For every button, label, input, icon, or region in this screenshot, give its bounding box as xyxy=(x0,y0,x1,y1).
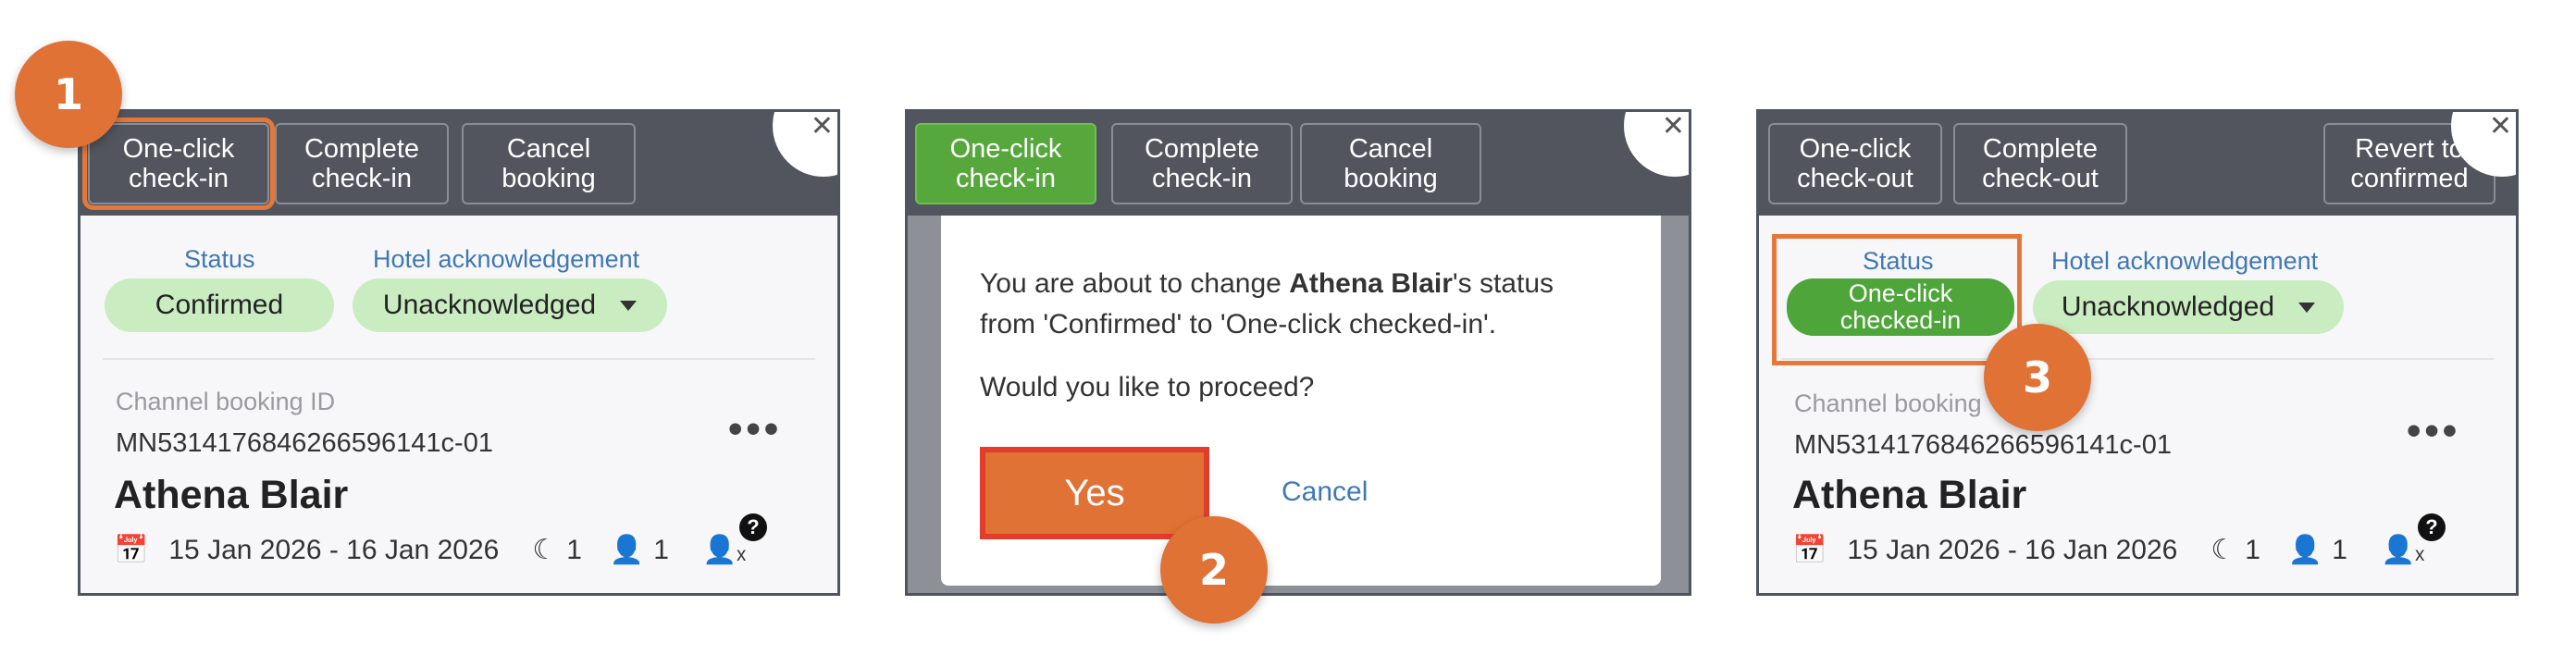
booking-dates: 15 Jan 2026 - 16 Jan 2026 xyxy=(1847,534,2178,565)
channel-booking-id-label: Channel booking xyxy=(1794,389,1982,417)
help-icon[interactable]: ? xyxy=(739,513,767,541)
yes-button[interactable]: Yes xyxy=(980,447,1209,539)
divider xyxy=(1781,358,2494,360)
guest-name: Athena Blair xyxy=(1792,473,2027,517)
person-icon: 👤 xyxy=(2287,535,2323,565)
more-icon[interactable]: ••• xyxy=(728,406,782,452)
status-label: Status xyxy=(184,245,255,273)
action-bar: One-click check-out Complete check-out R… xyxy=(1759,112,2516,216)
cancel-link[interactable]: Cancel xyxy=(1282,476,1368,508)
hotel-ack-dropdown[interactable]: Unacknowledged xyxy=(2033,280,2344,334)
one-click-check-in-button[interactable]: One-click check-in xyxy=(82,117,275,210)
booking-panel-step2: One-click check-in Complete check-in Can… xyxy=(905,109,1691,596)
moon-icon: ☾ xyxy=(2211,535,2236,565)
one-click-check-in-button[interactable]: One-click check-in xyxy=(915,123,1096,204)
confirm-dialog: You are about to change Athena Blair's s… xyxy=(941,216,1661,586)
complete-check-in-button[interactable]: Complete check-in xyxy=(275,123,449,204)
caret-down-icon xyxy=(620,300,638,311)
caret-down-icon xyxy=(2298,302,2316,313)
dialog-text-line2: from 'Confirmed' to 'One-click checked-i… xyxy=(980,309,1497,340)
user-x-icon[interactable]: 👤ₓ xyxy=(702,534,746,566)
help-icon[interactable]: ? xyxy=(2418,513,2446,541)
hotel-ack-label: Hotel acknowledgement xyxy=(373,245,640,273)
one-click-check-out-button[interactable]: One-click check-out xyxy=(1768,123,1942,204)
status-badge: One-click checked-in xyxy=(1787,278,2014,336)
dialog-text-pre: You are about to change xyxy=(980,268,1290,299)
cancel-booking-button[interactable]: Cancel booking xyxy=(1300,123,1481,204)
action-bar: One-click check-in Complete check-in Can… xyxy=(80,112,837,216)
close-icon[interactable]: ✕ xyxy=(811,112,834,142)
calendar-icon: 📅 xyxy=(114,535,149,565)
calendar-icon: 📅 xyxy=(1792,535,1827,565)
status-label: Status xyxy=(1863,247,1934,275)
cancel-booking-button[interactable]: Cancel booking xyxy=(462,123,636,204)
person-icon: 👤 xyxy=(609,535,645,565)
complete-check-out-button[interactable]: Complete check-out xyxy=(1953,123,2127,204)
hotel-ack-value: Unacknowledged xyxy=(2061,291,2275,322)
booking-details-row: 📅 15 Jan 2026 - 16 Jan 2026 ☾ 1 👤 1 👤ₓ xyxy=(1792,534,2424,566)
step-badge-3: 3 xyxy=(1984,324,2091,431)
channel-booking-id: MN5314176846266596141c-01 xyxy=(1794,430,2172,460)
nights-count: 1 xyxy=(2245,534,2260,565)
hotel-ack-value: Unacknowledged xyxy=(382,290,597,320)
channel-booking-id-label: Channel booking ID xyxy=(116,388,336,415)
booking-panel-step3: One-click check-out Complete check-out R… xyxy=(1756,109,2519,596)
booking-dates: 15 Jan 2026 - 16 Jan 2026 xyxy=(168,534,500,565)
step-badge-2: 2 xyxy=(1160,516,1268,624)
booking-panel-step1: One-click check-in Complete check-in Can… xyxy=(78,109,840,596)
step-badge-1: 1 xyxy=(15,41,122,148)
divider xyxy=(103,358,815,360)
dialog-message: You are about to change Athena Blair's s… xyxy=(980,264,1554,345)
moon-icon: ☾ xyxy=(532,535,558,565)
guests-count: 1 xyxy=(2332,534,2347,565)
guests-count: 1 xyxy=(653,534,669,565)
status-badge: Confirmed xyxy=(105,278,334,332)
complete-check-in-button[interactable]: Complete check-in xyxy=(1111,123,1293,204)
dialog-text-post: 's status xyxy=(1452,268,1554,299)
close-icon[interactable]: ✕ xyxy=(1662,112,1685,142)
user-x-icon[interactable]: 👤ₓ xyxy=(2381,534,2424,566)
guest-name: Athena Blair xyxy=(114,473,349,517)
nights-count: 1 xyxy=(566,534,582,565)
dialog-guest-name: Athena Blair xyxy=(1289,268,1453,299)
booking-details-row: 📅 15 Jan 2026 - 16 Jan 2026 ☾ 1 👤 1 👤ₓ xyxy=(114,534,746,566)
more-icon[interactable]: ••• xyxy=(2407,408,2460,454)
hotel-ack-dropdown[interactable]: Unacknowledged xyxy=(353,278,667,332)
dialog-question: Would you like to proceed? xyxy=(980,372,1315,402)
close-icon[interactable]: ✕ xyxy=(2489,112,2512,142)
hotel-ack-label: Hotel acknowledgement xyxy=(2051,247,2319,275)
channel-booking-id: MN5314176846266596141c-01 xyxy=(116,428,493,458)
action-bar: One-click check-in Complete check-in Can… xyxy=(908,112,1689,216)
